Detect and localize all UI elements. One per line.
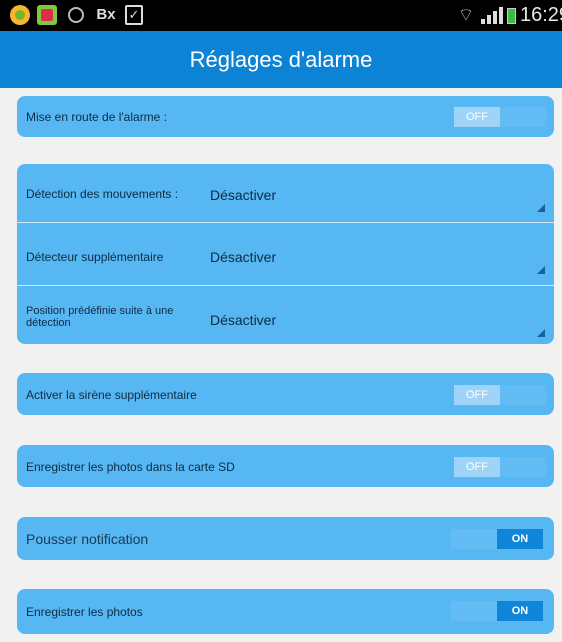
detection-settings-card: Détection des mouvements : Désactiver Dé… [17,164,554,344]
toggle-state-text: ON [497,601,543,621]
motion-detection-select[interactable]: Désactiver [203,174,549,216]
extra-detector-value: Désactiver [210,249,277,265]
preset-position-value: Désactiver [210,312,277,328]
alarm-enable-card: Mise en route de l'alarme : OFF [17,96,554,137]
extra-detector-select[interactable]: Désactiver [203,236,549,278]
preset-position-select[interactable]: Désactiver [203,299,549,341]
divider [17,285,554,286]
toggle-track [500,385,546,405]
motion-detection-label: Détection des mouvements : [26,187,179,201]
bx-icon: Bx [96,6,116,23]
toggle-state-text: OFF [454,107,500,127]
save-photos-card: Enregistrer les photos ON [17,589,554,634]
dropdown-caret-icon [537,329,545,337]
push-notification-toggle[interactable]: ON [451,529,543,549]
status-bar: Bx ✓ ⌔ 16:29 [0,0,562,31]
sd-photos-card: Enregistrer les photos dans la carte SD … [17,445,554,487]
siren-card: Activer la sirène supplémentaire OFF [17,373,554,415]
signal-icon [481,6,503,24]
app-header: Réglages d'alarme [0,31,562,88]
extra-detector-label: Détecteur supplémentaire [26,250,164,264]
push-notification-card: Pousser notification ON [17,517,554,560]
checkbox-icon: ✓ [125,5,143,25]
page-title: Réglages d'alarme [189,47,373,72]
wifi-icon: ⌔ [457,5,475,25]
toggle-state-text: OFF [454,385,500,405]
save-photos-label: Enregistrer les photos [26,605,143,619]
preset-position-label: Position prédéfinie suite à une détectio… [26,305,174,329]
toggle-state-text: ON [497,529,543,549]
toggle-track [451,529,497,549]
divider [17,222,554,223]
save-photos-toggle[interactable]: ON [451,601,543,621]
alarm-enable-label: Mise en route de l'alarme : [26,110,168,124]
dropdown-caret-icon [537,266,545,274]
push-notification-label: Pousser notification [26,531,149,547]
status-time: 16:29 [520,4,562,26]
siren-label: Activer la sirène supplémentaire [26,388,197,402]
gallery-icon [37,5,57,25]
toggle-track [500,107,546,127]
app-icon [10,5,30,25]
sync-icon [68,7,84,23]
sd-photos-label: Enregistrer les photos dans la carte SD [26,460,235,474]
motion-detection-value: Désactiver [210,187,277,203]
alarm-enable-toggle[interactable]: OFF [454,107,546,127]
toggle-track [451,601,497,621]
toggle-state-text: OFF [454,457,500,477]
dropdown-caret-icon [537,204,545,212]
siren-toggle[interactable]: OFF [454,385,546,405]
toggle-track [500,457,546,477]
battery-icon [507,8,516,24]
sd-photos-toggle[interactable]: OFF [454,457,546,477]
